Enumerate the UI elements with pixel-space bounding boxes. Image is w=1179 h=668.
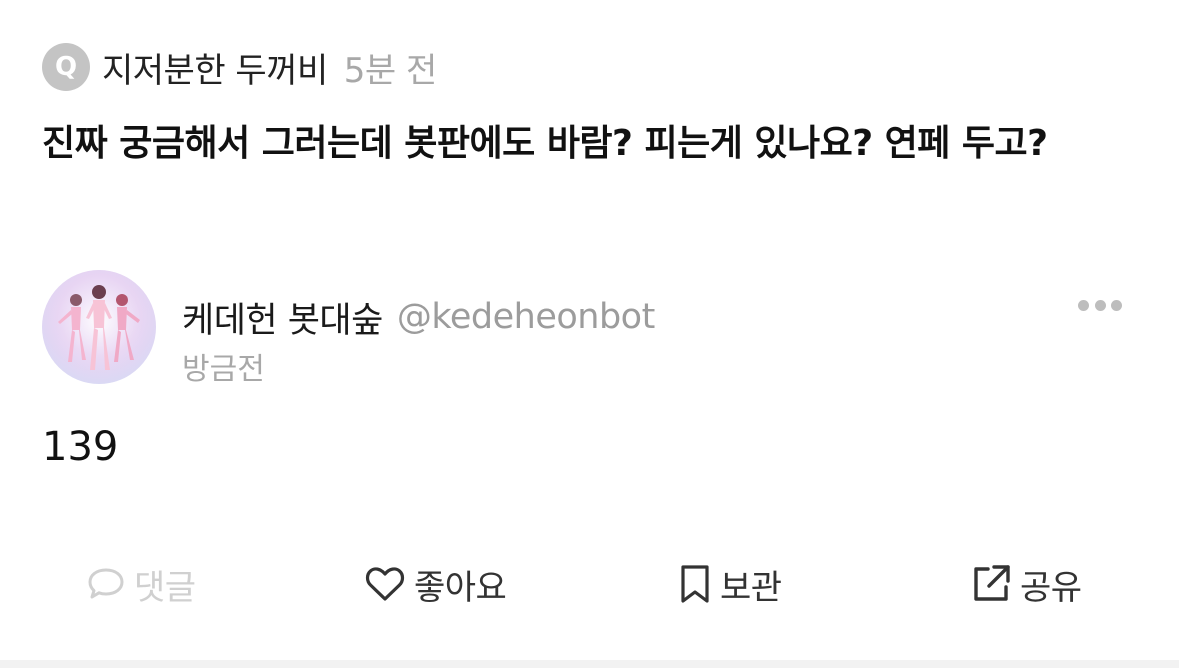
dot: [1094, 299, 1106, 311]
save-button[interactable]: 보관: [678, 556, 782, 612]
avatar-image: [42, 270, 156, 384]
avatar[interactable]: [42, 270, 156, 384]
share-label: 공유: [1020, 567, 1082, 608]
like-label: 좋아요: [414, 567, 507, 608]
answer-time: 방금전: [182, 352, 265, 387]
bookmark-icon: [678, 564, 712, 604]
comment-icon: [86, 566, 126, 602]
question-text: 진짜 궁금해서 그러는데 봇판에도 바람? 피는게 있나요? 연페 두고?: [42, 123, 1048, 164]
dot: [1111, 299, 1122, 311]
answer-header: 케데헌 봇대숲 @kedeheonbot: [182, 290, 655, 344]
save-label: 보관: [720, 567, 782, 608]
answer-author[interactable]: 케데헌 봇대숲: [182, 292, 383, 343]
question-badge: Q: [42, 43, 90, 91]
comment-label: 댓글: [134, 567, 196, 608]
question-time: 5분 전: [343, 50, 438, 91]
question-header: Q 지저분한 두꺼비 5분 전: [42, 42, 437, 92]
answer-body: 139: [42, 424, 119, 470]
question-author[interactable]: 지저분한 두꺼비: [102, 43, 328, 92]
share-button[interactable]: 공유: [970, 556, 1082, 612]
share-icon: [970, 563, 1012, 605]
post-card: Q 지저분한 두꺼비 5분 전 진짜 궁금해서 그러는데 봇판에도 바람? 피는…: [0, 0, 1179, 668]
divider: [0, 660, 1179, 668]
more-options-icon[interactable]: [1078, 296, 1122, 314]
dot: [1078, 299, 1089, 311]
action-bar: 댓글 좋아요 보관 공유: [0, 556, 1179, 612]
like-button[interactable]: 좋아요: [364, 556, 507, 612]
answer-handle[interactable]: @kedeheonbot: [397, 297, 655, 337]
heart-icon: [364, 565, 406, 603]
comment-button[interactable]: 댓글: [86, 556, 196, 612]
